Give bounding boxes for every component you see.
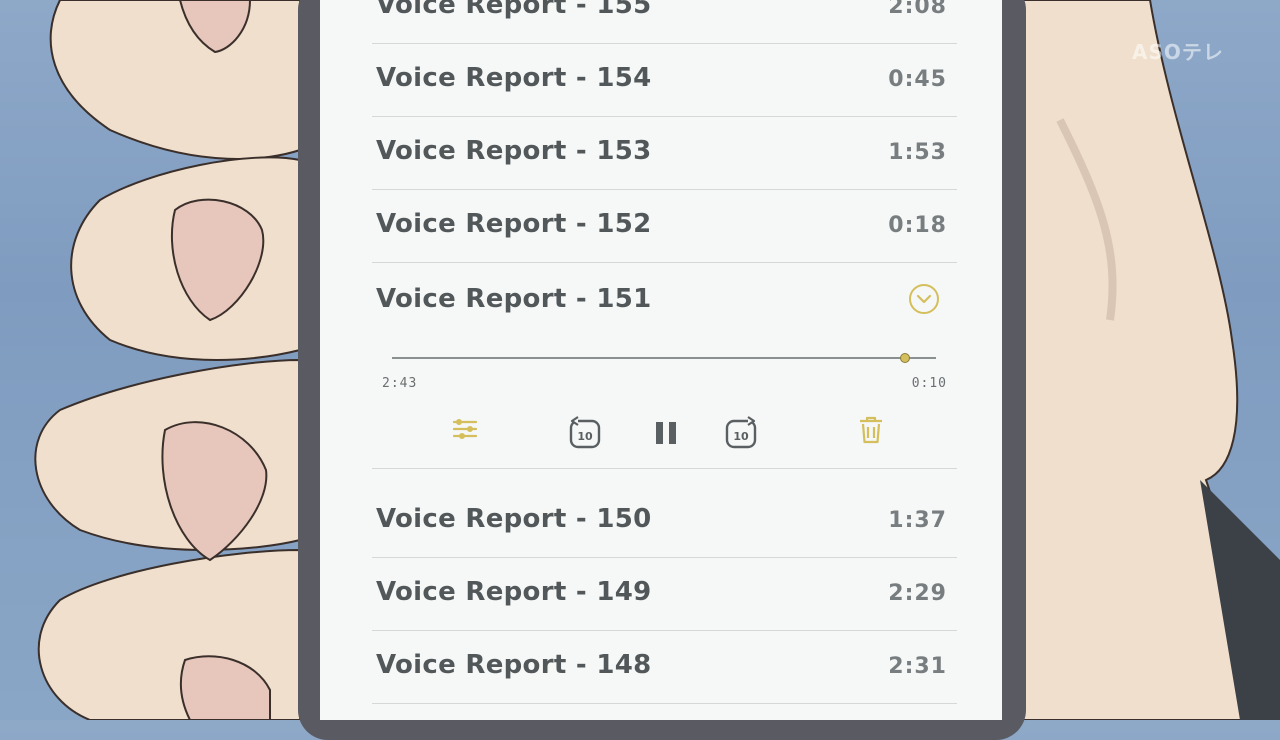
forward-10-button[interactable]: 10	[724, 416, 758, 454]
pause-button[interactable]	[653, 420, 679, 450]
report-duration: 1:53	[888, 140, 947, 165]
equalizer-icon	[452, 419, 478, 439]
report-duration: 0:45	[888, 67, 947, 92]
voice-report-list-screen: Voice Report - 155 2:08 Voice Report - 1…	[320, 0, 1002, 720]
list-item[interactable]: Voice Report - 148 2:31	[372, 630, 957, 704]
report-title: Voice Report - 153	[376, 136, 652, 166]
pause-icon	[656, 422, 676, 444]
list-item[interactable]: Voice Report - 154 0:45	[372, 43, 957, 117]
remaining-time: 0:10	[911, 376, 947, 391]
list-item[interactable]: Voice Report - 155 2:08	[372, 0, 957, 44]
list-item[interactable]: Voice Report - 150 1:37	[372, 484, 957, 558]
progress-bar[interactable]	[392, 353, 936, 363]
report-title: Voice Report - 150	[376, 504, 652, 534]
chevron-down-circle-icon[interactable]	[909, 284, 939, 314]
list-item[interactable]: Voice Report - 152 0:18	[372, 189, 957, 263]
svg-text:10: 10	[733, 430, 749, 443]
rewind-10-icon: 10	[569, 416, 601, 449]
report-duration: 2:08	[888, 0, 947, 19]
report-title: Voice Report - 151	[376, 284, 652, 314]
report-duration: 0:18	[888, 213, 947, 238]
report-duration: 2:29	[888, 581, 947, 606]
svg-text:10: 10	[577, 430, 593, 443]
report-title: Voice Report - 154	[376, 63, 652, 93]
equalizer-button[interactable]	[452, 416, 478, 446]
report-duration: 2:31	[888, 654, 947, 679]
report-duration: 1:37	[888, 508, 947, 533]
list-item[interactable]: Voice Report - 153 1:53	[372, 116, 957, 190]
channel-watermark: ASOテレ	[1132, 40, 1224, 64]
delete-button[interactable]	[858, 416, 884, 448]
list-item[interactable]: Voice Report - 149 2:29	[372, 557, 957, 631]
report-title: Voice Report - 155	[376, 0, 652, 20]
report-title: Voice Report - 149	[376, 577, 652, 607]
report-title: Voice Report - 148	[376, 650, 652, 680]
report-title: Voice Report - 152	[376, 209, 652, 239]
trash-icon	[860, 416, 882, 444]
scene: Voice Report - 155 2:08 Voice Report - 1…	[0, 0, 1280, 740]
expanded-player-item: Voice Report - 151 2:43 0:10 10 10	[372, 264, 957, 469]
progress-thumb[interactable]	[900, 353, 911, 363]
elapsed-time: 2:43	[382, 376, 418, 391]
rewind-10-button[interactable]: 10	[568, 416, 602, 454]
forward-10-icon: 10	[725, 416, 757, 449]
